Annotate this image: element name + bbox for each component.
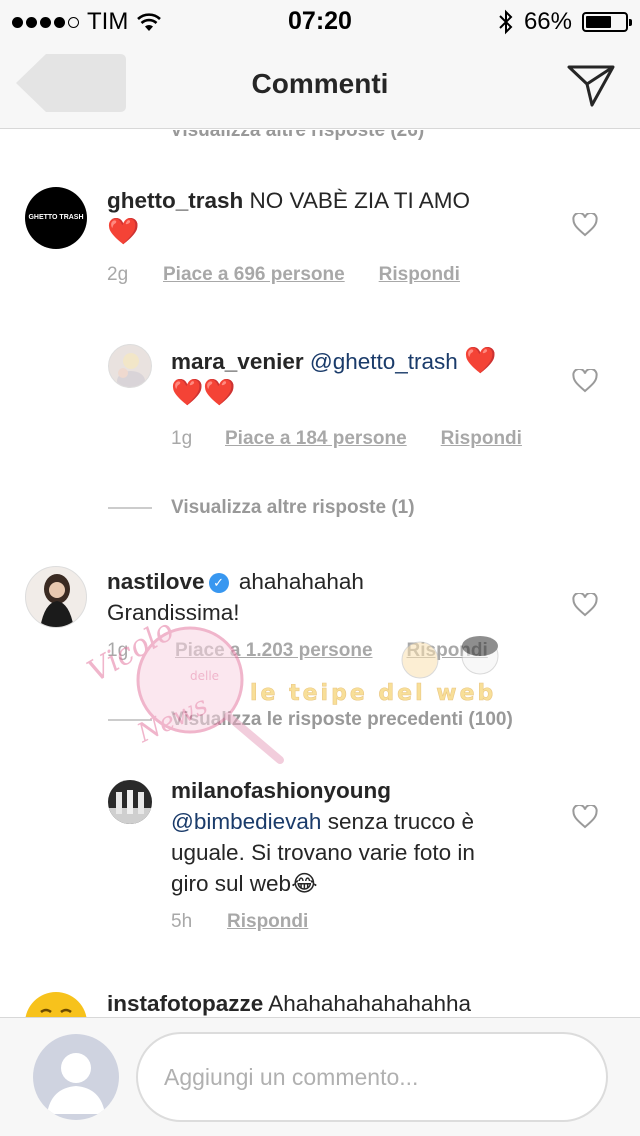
avatar-logo-text: GHETTO TRASH (28, 214, 84, 221)
avatar-photo (117, 353, 145, 387)
comment-username[interactable]: instafotopazze (107, 991, 263, 1016)
avatar[interactable] (25, 992, 87, 1017)
status-bar: TIM 07:20 66% (0, 0, 640, 40)
comment-username[interactable]: mara_venier (171, 349, 304, 374)
view-more-replies-button[interactable]: Visualizza altre risposte (1) (108, 497, 415, 519)
reply-button[interactable]: Rispondi (227, 911, 308, 933)
reply-item: mara_venier @ghetto_trash ❤️ ❤️❤️ 1g Pia… (0, 340, 640, 460)
nav-bar: Commenti (0, 40, 640, 129)
comment-meta: 1g Piace a 184 persone Rispondi (171, 428, 522, 450)
comment-item: GHETTO TRASH ghetto_trash NO VABÈ ZIA TI… (0, 180, 640, 300)
comment-username[interactable]: nastilove (107, 569, 205, 594)
comment-text: ghetto_trash NO VABÈ ZIA TI AMO ❤️ (107, 185, 557, 248)
more-replies-label[interactable]: Visualizza le risposte precedenti (100) (171, 709, 513, 731)
heart-emoji: ❤️ (107, 216, 140, 246)
comment-message-line2: uguale. Si trovano varie foto in (171, 840, 475, 865)
comments-list[interactable]: Visualizza altre risposte (26) GHETTO TR… (0, 130, 640, 1017)
comment-message-line2: Grandissima! (107, 600, 240, 625)
comment-message: NO VABÈ ZIA TI AMO (249, 188, 471, 213)
send-icon[interactable] (566, 62, 616, 108)
avatar[interactable] (108, 780, 152, 824)
comment-item: nastilove ✓ ahahahahah Grandissima! 1g Pi… (0, 566, 640, 686)
likes-link[interactable]: Piace a 1.203 persone (175, 640, 373, 662)
more-replies-label[interactable]: Visualizza altre risposte (1) (171, 497, 415, 519)
laughing-emoji: 😂 (291, 871, 318, 896)
comment-text: nastilove ✓ ahahahahah Grandissima! (107, 566, 567, 628)
reply-button[interactable]: Rispondi (379, 264, 460, 286)
comment-meta: 2g Piace a 696 persone Rispondi (107, 264, 460, 286)
like-heart-icon[interactable] (572, 593, 598, 617)
verified-badge-icon: ✓ (208, 573, 229, 594)
comment-meta: 1g Piace a 1.203 persone Rispondi (107, 640, 488, 662)
view-previous-replies-button[interactable]: Visualizza le risposte precedenti (100) (108, 709, 513, 731)
comment-age: 1g (171, 428, 193, 449)
like-heart-icon[interactable] (572, 213, 598, 237)
comment-item: instafotopazze Ahahahahahahahha (0, 988, 640, 1017)
comment-age: 2g (107, 264, 129, 285)
comment-age: 5h (171, 911, 193, 932)
comment-input-bar (0, 1017, 640, 1136)
battery-fill (586, 16, 611, 28)
page-title: Commenti (251, 68, 389, 99)
smiley-avatar-icon (40, 1008, 72, 1014)
mention-link[interactable]: @bimbedievah (171, 809, 321, 834)
comment-message: ahahahahah (238, 569, 364, 594)
avatar-photo (40, 574, 74, 627)
avatar-photo (108, 780, 152, 824)
likes-link[interactable]: Piace a 184 persone (225, 428, 407, 450)
divider (108, 507, 152, 509)
avatar[interactable]: GHETTO TRASH (25, 187, 87, 249)
comment-meta: 5h Rispondi (171, 911, 308, 933)
heart-emoji: ❤️ (464, 345, 497, 375)
reply-item: milanofashionyoung @bimbedievah senza tr… (0, 775, 640, 945)
user-avatar[interactable] (33, 1034, 119, 1120)
comment-message: senza trucco è (327, 809, 475, 834)
default-user-icon (47, 1053, 105, 1114)
like-heart-icon[interactable] (572, 369, 598, 393)
comment-text: instafotopazze Ahahahahahahahha (107, 988, 567, 1017)
divider (108, 719, 152, 721)
more-replies-partial[interactable]: Visualizza altre risposte (26) (170, 130, 424, 142)
comment-text: milanofashionyoung @bimbedievah senza tr… (171, 775, 551, 899)
status-right: 66% (498, 8, 632, 36)
avatar[interactable] (25, 566, 87, 628)
battery-percent: 66% (523, 8, 572, 35)
likes-link[interactable]: Piace a 696 persone (163, 264, 345, 286)
battery-icon (582, 12, 632, 32)
avatar[interactable] (108, 344, 152, 388)
comment-message: Ahahahahahahahha (268, 991, 471, 1016)
comment-input[interactable] (136, 1032, 608, 1122)
reply-button[interactable]: Rispondi (441, 428, 522, 450)
hearts-emoji: ❤️❤️ (171, 377, 236, 407)
comment-message-line3: giro sul web (171, 871, 292, 896)
mention-link[interactable]: @ghetto_trash (310, 349, 458, 374)
bluetooth-icon (499, 9, 513, 35)
reply-button[interactable]: Rispondi (407, 640, 488, 662)
like-heart-icon[interactable] (572, 805, 598, 829)
comment-age: 1g (107, 640, 129, 661)
comment-username[interactable]: ghetto_trash (107, 188, 243, 213)
comment-text: mara_venier @ghetto_trash ❤️ ❤️❤️ (171, 345, 551, 409)
comment-username[interactable]: milanofashionyoung (171, 778, 391, 803)
